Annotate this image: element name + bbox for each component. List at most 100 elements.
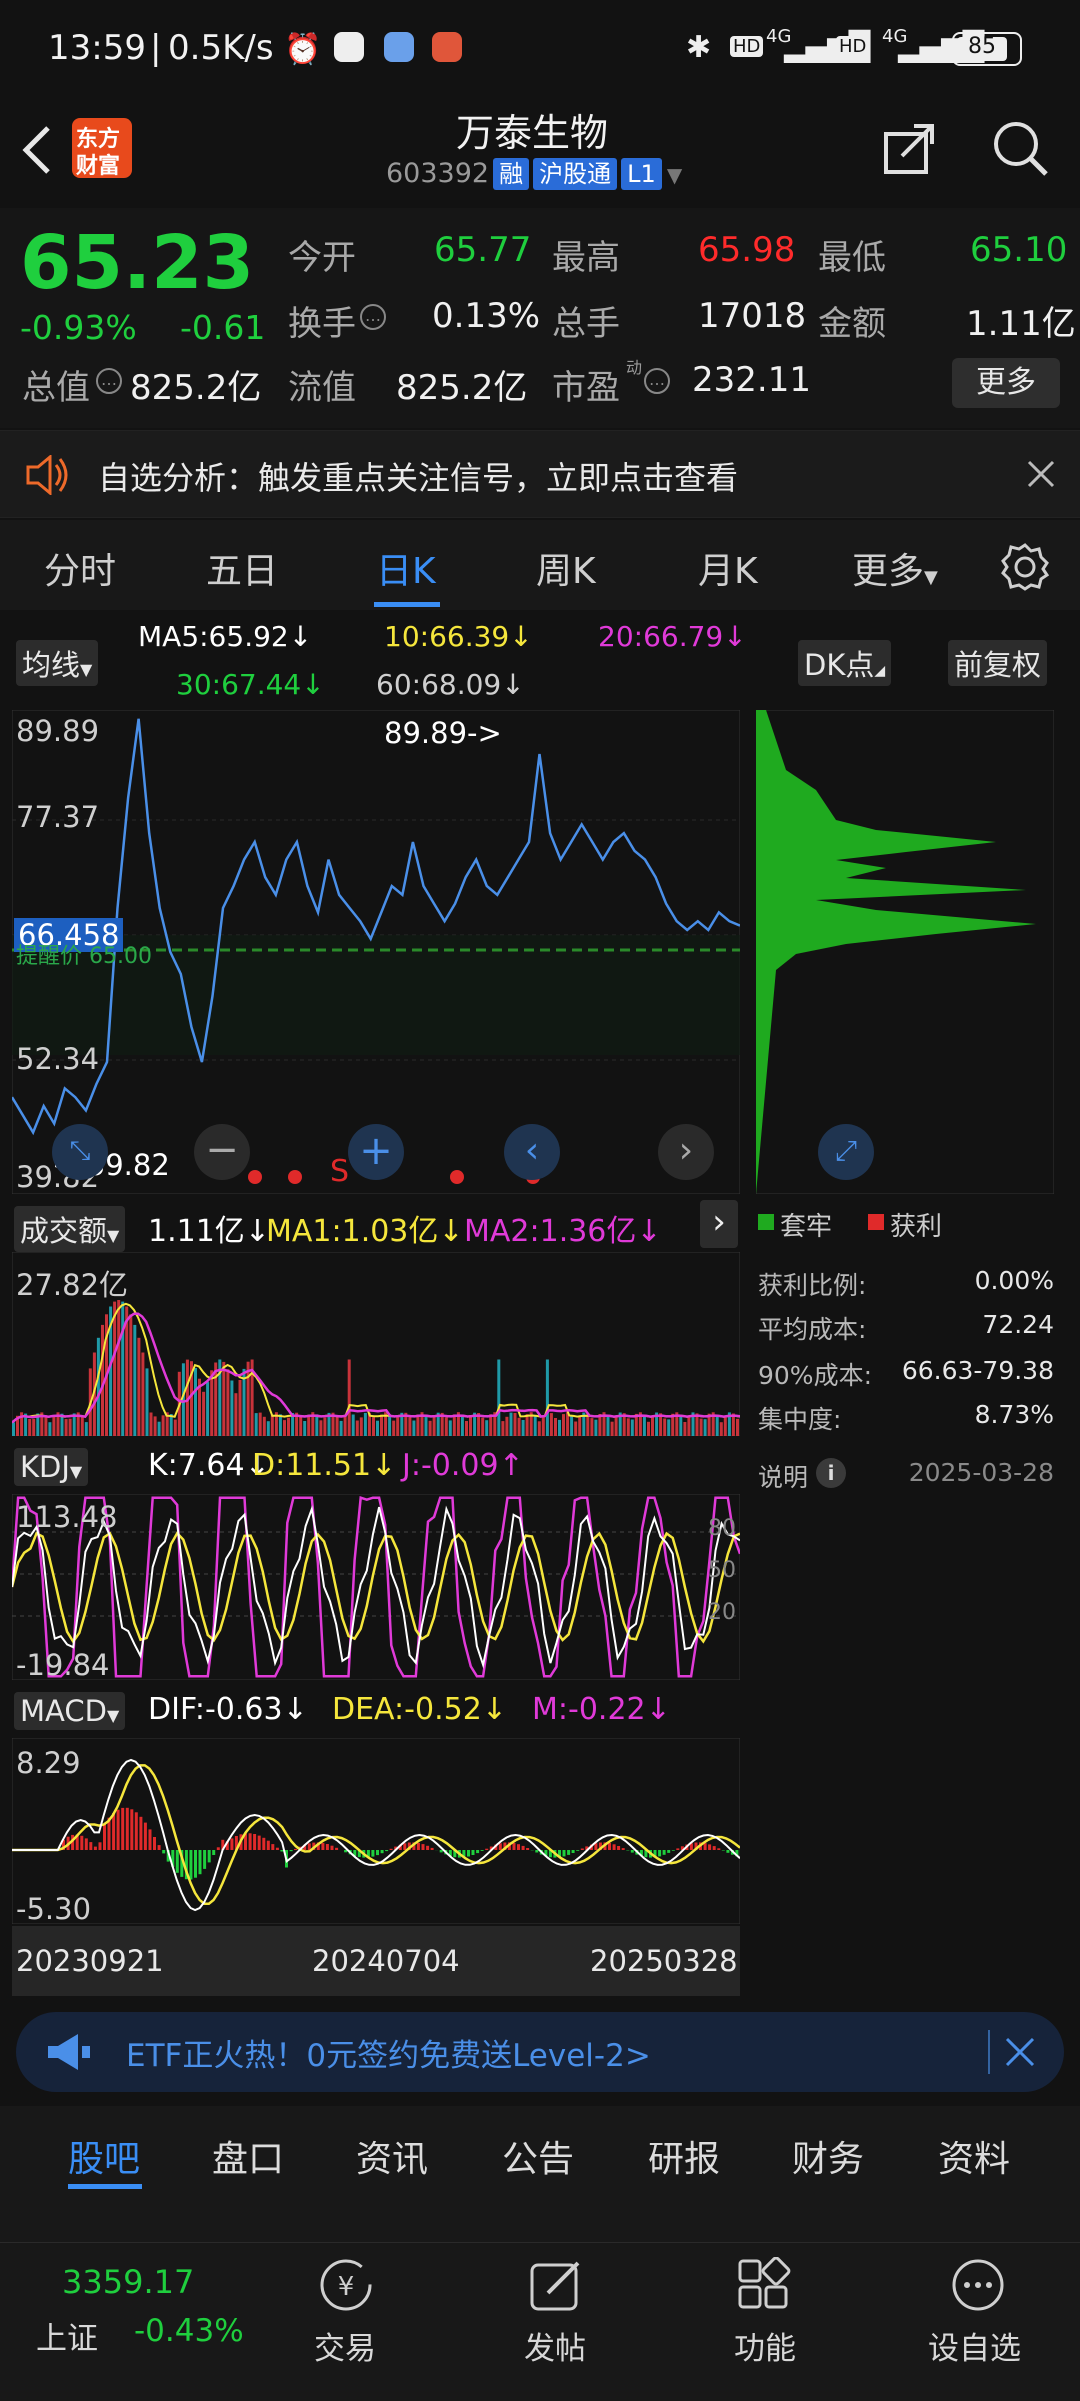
status-divider: | — [150, 28, 161, 68]
last-price: 65.23 — [20, 220, 254, 306]
notice-bar[interactable]: 自选分析：触发重点关注信号，立即点击查看 — [0, 430, 1080, 518]
tab-weekly-k[interactable]: 周K — [536, 542, 596, 594]
explain-label[interactable]: 说明 — [758, 1458, 808, 1494]
volume-selector[interactable]: 成交额▼ — [14, 1206, 125, 1252]
macd-bar — [267, 1841, 270, 1850]
tab-more[interactable]: 更多▼ — [852, 542, 938, 594]
chevron-right-icon[interactable]: › — [700, 1200, 738, 1248]
info-icon[interactable]: i — [816, 1458, 846, 1488]
macd-bar — [121, 1808, 124, 1850]
yen-icon[interactable]: ¥ — [316, 2257, 376, 2313]
edit-icon[interactable] — [528, 2257, 584, 2313]
macd-bar — [176, 1850, 179, 1873]
tab-finance[interactable]: 财务 — [792, 2130, 864, 2182]
ma20-value: 20:66.79↓ — [598, 620, 747, 653]
macd-bar — [426, 1846, 429, 1850]
info-icon[interactable]: … — [360, 304, 386, 330]
tab-intraday[interactable]: 分时 — [44, 542, 116, 594]
macd-bar — [262, 1838, 265, 1850]
info-icon[interactable]: … — [644, 368, 670, 394]
float-label: 流值 — [288, 360, 356, 409]
index-name[interactable]: 上证 — [36, 2313, 98, 2358]
app-icon-1 — [334, 32, 364, 62]
stock-code-row[interactable]: 603392融沪股通L1 ▼ — [386, 158, 682, 190]
scroll-right-button[interactable]: › — [658, 1124, 714, 1180]
macd-bar — [390, 1849, 393, 1850]
index-change[interactable]: -0.43% — [134, 2313, 244, 2349]
zoom-out-button[interactable]: − — [194, 1124, 250, 1180]
volume-bar — [526, 1414, 529, 1436]
index-value[interactable]: 3359.17 — [62, 2263, 194, 2301]
gear-icon[interactable] — [1000, 542, 1050, 592]
connect-badge: 沪股通 — [533, 158, 617, 190]
search-icon[interactable] — [990, 118, 1050, 178]
macd-bar — [230, 1838, 233, 1850]
volume-bar — [453, 1414, 456, 1436]
volume-bar — [336, 1417, 339, 1436]
more-dots-icon[interactable] — [950, 2257, 1006, 2313]
volume-bar — [344, 1415, 347, 1436]
amount-label: 金额 — [818, 296, 886, 345]
legend-trapped: 套牢 — [780, 1206, 832, 1243]
tab-pankou[interactable]: 盘口 — [212, 2130, 284, 2182]
volume-bar — [170, 1414, 173, 1436]
back-arrow-icon[interactable] — [18, 120, 58, 180]
tab-monthly-k[interactable]: 月K — [698, 542, 758, 594]
macd-bar — [258, 1836, 261, 1850]
nav-watchlist[interactable]: 设自选 — [928, 2323, 1021, 2368]
volume-bar — [44, 1416, 47, 1436]
tab-announcement[interactable]: 公告 — [502, 2130, 574, 2182]
macd-dea: DEA:-0.52↓ — [332, 1692, 507, 1727]
macd-chart[interactable] — [12, 1738, 740, 1924]
expand-icon[interactable]: ⤢ — [818, 1124, 874, 1180]
volume-bar — [663, 1419, 666, 1437]
scroll-left-button[interactable]: ‹ — [504, 1124, 560, 1180]
volume-bar — [271, 1415, 274, 1436]
tab-daily-k[interactable]: 日K — [376, 542, 436, 594]
chip-distribution[interactable] — [756, 710, 1054, 1194]
info-icon[interactable]: … — [96, 368, 122, 394]
expand-left-icon[interactable]: ⤡ — [52, 1124, 108, 1180]
volume-bar — [303, 1421, 306, 1436]
grid-icon[interactable] — [736, 2257, 792, 2313]
macd-bar — [199, 1850, 202, 1874]
macd-bar — [526, 1848, 529, 1850]
close-icon[interactable] — [1004, 2036, 1036, 2068]
tab-news[interactable]: 资讯 — [356, 2130, 428, 2182]
kdj-selector[interactable]: KDJ▼ — [14, 1448, 88, 1486]
macd-selector[interactable]: MACD▼ — [14, 1692, 125, 1730]
nav-trade[interactable]: 交易 — [314, 2323, 376, 2368]
volume-bar — [315, 1414, 318, 1436]
etf-banner[interactable]: ETF正火热！0元签约免费送Level-2> — [16, 2012, 1064, 2092]
kdj-j: J:-0.09↑ — [402, 1448, 524, 1483]
caret-down-icon: ▼ — [70, 1462, 82, 1481]
signal-dot — [248, 1170, 262, 1184]
volume-bar — [299, 1417, 302, 1436]
kdj-chart[interactable] — [12, 1494, 740, 1680]
nav-function[interactable]: 功能 — [734, 2323, 796, 2368]
macd-bar — [80, 1836, 83, 1850]
volume-bar — [267, 1421, 270, 1436]
more-button[interactable]: 更多 — [952, 358, 1060, 408]
volume-bar — [683, 1422, 686, 1436]
tab-guba[interactable]: 股吧 — [68, 2130, 140, 2182]
close-icon[interactable] — [1026, 459, 1056, 489]
brand-logo[interactable]: 东方 财富 — [72, 118, 132, 178]
share-icon[interactable] — [882, 120, 938, 176]
macd-bar — [158, 1845, 161, 1850]
macd-bar — [663, 1850, 666, 1855]
tab-five-day[interactable]: 五日 — [206, 542, 278, 594]
adjust-button[interactable]: 前复权 — [948, 640, 1047, 686]
nav-post[interactable]: 发帖 — [524, 2323, 586, 2368]
open-label: 今开 — [288, 230, 356, 279]
ma-selector[interactable]: 均线▼ — [16, 640, 98, 686]
macd-bar — [535, 1850, 538, 1853]
zoom-in-button[interactable]: + — [348, 1124, 404, 1180]
macd-bar — [499, 1843, 502, 1850]
tab-research[interactable]: 研报 — [648, 2130, 720, 2182]
macd-bar — [308, 1843, 311, 1850]
macd-bar — [130, 1809, 133, 1850]
volume-bar — [489, 1414, 492, 1436]
dk-button[interactable]: DK点◢ — [798, 640, 891, 686]
tab-profile[interactable]: 资料 — [938, 2130, 1010, 2182]
